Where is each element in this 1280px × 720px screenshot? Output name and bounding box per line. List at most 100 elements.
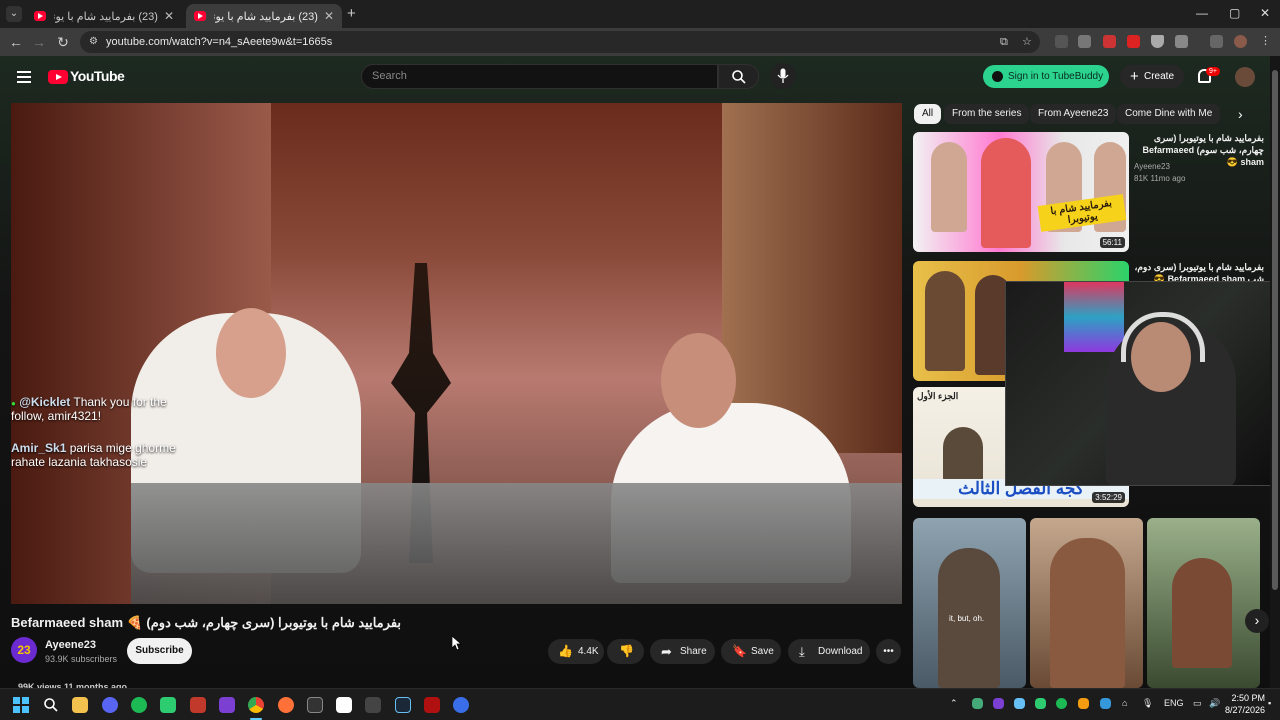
app-icon[interactable] (307, 697, 323, 713)
shorts-next-button[interactable]: › (1245, 609, 1269, 633)
discord-icon[interactable] (102, 697, 118, 713)
tray-app-icon[interactable] (993, 698, 1004, 709)
profile-icon[interactable] (1234, 35, 1247, 48)
tab-title: (23) بفرمایید شام با یوتیوبرا (سر (214, 10, 318, 23)
youtube-logo-icon[interactable] (48, 70, 68, 84)
maximize-icon[interactable]: ▢ (1229, 6, 1240, 20)
site-info-icon[interactable]: ⚙ (89, 31, 98, 53)
account-avatar[interactable] (1235, 67, 1255, 87)
spotify-icon[interactable] (131, 697, 147, 713)
scrollbar-thumb[interactable] (1272, 70, 1278, 590)
reload-icon[interactable]: ↻ (55, 34, 71, 50)
tray-app-icon[interactable] (1100, 698, 1111, 709)
windows-start-icon[interactable] (13, 697, 29, 713)
chip-from-channel[interactable]: From Ayeene23 (1030, 104, 1117, 124)
mouse-cursor-icon (452, 636, 462, 650)
file-explorer-icon[interactable] (72, 697, 88, 713)
channel-avatar[interactable]: 23 (11, 637, 37, 663)
app-r-icon[interactable] (219, 697, 235, 713)
steam-icon[interactable] (395, 697, 411, 713)
close-tab-icon[interactable]: ✕ (324, 9, 334, 23)
chip-come-dine[interactable]: Come Dine with Me (1117, 104, 1221, 124)
search-button[interactable] (718, 64, 759, 89)
new-tab-button[interactable]: + (347, 5, 356, 22)
close-window-icon[interactable]: ✕ (1260, 6, 1270, 20)
video-duration: 3:52:29 (1092, 492, 1125, 503)
dislike-button[interactable]: 👎 (607, 639, 644, 664)
close-tab-icon[interactable]: ✕ (164, 9, 174, 23)
app-icon[interactable] (424, 697, 440, 713)
shield-icon[interactable] (1151, 35, 1164, 48)
terminal-icon[interactable] (365, 697, 381, 713)
recommendation-channel[interactable]: Ayeene23 (1134, 162, 1170, 171)
taskbar-search-icon[interactable] (43, 697, 59, 713)
puzzle-icon[interactable] (1175, 35, 1188, 48)
browser-tab[interactable]: (23) بفرمایید شام با یوتیوبرا (سر ✕ (26, 4, 182, 28)
app-icon[interactable] (160, 697, 176, 713)
bookmark-star-icon[interactable]: ☆ (1022, 31, 1032, 53)
chip-all[interactable]: All (914, 104, 942, 124)
url-text: youtube.com/watch?v=n4_sAeete9w&t=1665s (106, 36, 333, 48)
video-frame-background (722, 103, 902, 453)
tab-list-icon[interactable] (1210, 35, 1223, 48)
minimize-icon[interactable]: — (1196, 6, 1208, 20)
voice-search-button[interactable] (770, 63, 796, 89)
usb-icon[interactable]: ⌂ (1122, 698, 1127, 708)
channel-name[interactable]: Ayeene23 (45, 639, 96, 651)
chat-dot-icon: ● (11, 399, 16, 408)
volume-icon[interactable]: 🔊 (1209, 698, 1220, 709)
forward-icon[interactable]: → (31, 34, 47, 50)
short-thumbnail[interactable] (1030, 518, 1143, 688)
search-input[interactable]: Search (361, 64, 718, 89)
short-thumbnail[interactable] (1147, 518, 1260, 688)
extension-icon[interactable] (1055, 35, 1068, 48)
browser-tab-active[interactable]: (23) بفرمایید شام با یوتیوبرا (سر ✕ (186, 4, 342, 28)
menu-dots-icon[interactable]: ⋮ (1259, 35, 1272, 48)
back-icon[interactable]: ← (8, 34, 24, 50)
tray-app-icon[interactable] (1035, 698, 1046, 709)
install-icon[interactable]: ⧉ (1000, 31, 1008, 53)
tubebuddy-signin-button[interactable]: Sign in to TubeBuddy (983, 65, 1109, 88)
network-icon[interactable]: ▭ (1193, 698, 1202, 709)
video-player[interactable]: ● @Kicklet Thank you for the follow, ami… (11, 103, 902, 604)
menu-icon[interactable] (17, 71, 31, 83)
text-app-icon[interactable] (336, 697, 352, 713)
tray-app-icon[interactable] (972, 698, 983, 709)
extension-icon[interactable] (1078, 35, 1091, 48)
extension-icon[interactable] (1103, 35, 1116, 48)
like-button[interactable]: 👍 4.4K (548, 639, 604, 664)
tray-app-icon[interactable] (1014, 698, 1025, 709)
chrome-icon[interactable] (248, 697, 264, 713)
thumbnail-text: الجزء الأول (917, 391, 959, 401)
microphone-icon (777, 68, 789, 83)
notification-center-icon[interactable]: ▪ (1268, 698, 1271, 708)
create-button[interactable]: Create (1120, 65, 1184, 88)
extension-icon[interactable] (1127, 35, 1140, 48)
webcam-overlay (1005, 281, 1277, 486)
url-field[interactable]: ⚙ youtube.com/watch?v=n4_sAeete9w&t=1665… (80, 31, 1040, 53)
thumbnail-person (943, 427, 983, 482)
recommendation-thumbnail[interactable]: بفرمایید شام با یوتیوبرا 56:11 (913, 132, 1129, 252)
tab-search-icon[interactable]: ⌄ (6, 6, 22, 22)
download-button[interactable]: ⤓ Download (788, 639, 870, 664)
more-icon: ••• (883, 646, 894, 657)
address-toolbar: ← → ↻ ⚙ youtube.com/watch?v=n4_sAeete9w&… (0, 28, 1280, 56)
tray-overflow-icon[interactable]: ⌃ (950, 698, 958, 709)
short-thumbnail[interactable]: it, but, oh. (913, 518, 1026, 688)
subscribe-button[interactable]: Subscribe (127, 638, 192, 664)
firefox-icon[interactable] (278, 697, 294, 713)
like-count: 4.4K (578, 646, 599, 657)
language-indicator[interactable]: ENG (1164, 698, 1184, 708)
youtube-logo[interactable]: YouTube (70, 68, 125, 84)
chevron-right-icon[interactable]: › (1238, 106, 1243, 122)
app-icon[interactable] (453, 697, 469, 713)
save-button[interactable]: 🔖 Save (721, 639, 781, 664)
app-icon[interactable] (190, 697, 206, 713)
share-button[interactable]: ➦ Share (650, 639, 715, 664)
tray-spotify-icon[interactable] (1056, 698, 1067, 709)
mic-tray-icon[interactable]: 🎙 (1142, 698, 1153, 709)
more-actions-button[interactable]: ••• (876, 639, 901, 664)
tray-app-icon[interactable] (1078, 698, 1089, 709)
chip-from-series[interactable]: From the series (944, 104, 1030, 124)
system-clock[interactable]: 2:50 PM 8/27/2026 (1225, 692, 1265, 716)
